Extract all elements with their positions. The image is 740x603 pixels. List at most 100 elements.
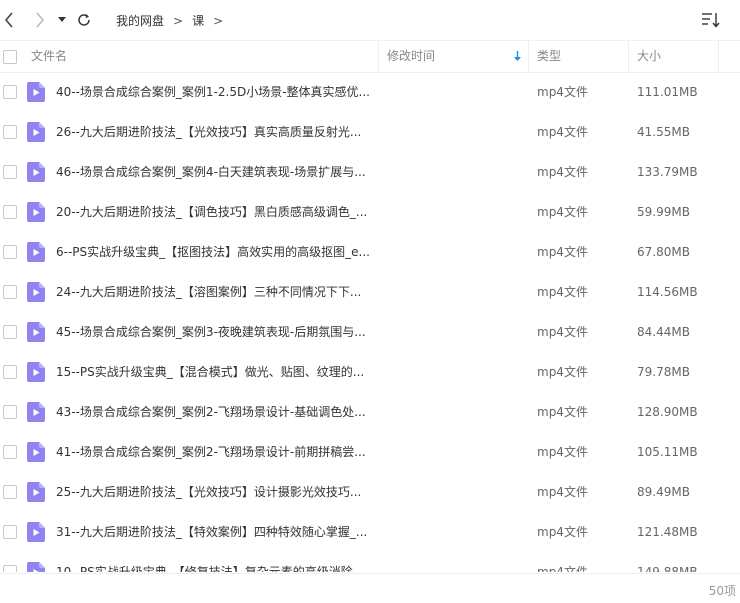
row-checkbox[interactable] — [3, 565, 17, 572]
refresh-icon — [78, 14, 90, 26]
column-name[interactable]: 文件名 — [31, 41, 67, 72]
row-checkbox[interactable] — [3, 85, 17, 99]
file-size: 121.48MB — [637, 525, 698, 539]
file-type: mp4文件 — [537, 525, 588, 539]
column-divider[interactable] — [528, 41, 529, 72]
row-checkbox[interactable] — [3, 485, 17, 499]
select-all-checkbox[interactable] — [3, 50, 17, 64]
file-size: 105.11MB — [637, 445, 698, 459]
file-row[interactable]: 10--PS实战升级宝典_【修复技法】复杂元素的高级消除... mp4文件 149.… — [0, 552, 740, 572]
row-checkbox[interactable] — [3, 365, 17, 379]
file-type: mp4文件 — [537, 85, 588, 99]
status-bar: 50项 — [0, 573, 740, 603]
column-modified[interactable]: 修改时间 — [387, 41, 435, 72]
history-dropdown-button[interactable] — [56, 10, 68, 30]
video-file-icon — [27, 362, 45, 382]
file-row[interactable]: 43--场景合成综合案例_案例2-飞翔场景设计-基础调色处... mp4文件 128… — [0, 392, 740, 432]
row-checkbox[interactable] — [3, 325, 17, 339]
file-row[interactable]: 24--九大后期进阶技法_【溶图案例】三种不同情况下下... mp4文件 114.5… — [0, 272, 740, 312]
file-name[interactable]: 45--场景合成综合案例_案例3-夜晚建筑表现-后期氛围与... — [56, 312, 376, 352]
breadcrumb-item-root[interactable]: 我的网盘 — [116, 12, 164, 29]
file-type: mp4文件 — [537, 245, 588, 259]
file-name[interactable]: 24--九大后期进阶技法_【溶图案例】三种不同情况下下... — [56, 272, 376, 312]
video-file-icon — [27, 442, 45, 462]
column-size[interactable]: 大小 — [637, 41, 661, 72]
column-divider[interactable] — [628, 41, 629, 72]
row-checkbox[interactable] — [3, 405, 17, 419]
row-checkbox[interactable] — [3, 285, 17, 299]
file-list: 40--场景合成综合案例_案例1-2.5D小场景-整体真实感优... mp4文件 1… — [0, 72, 740, 572]
file-type: mp4文件 — [537, 405, 588, 419]
breadcrumb-separator: > — [173, 13, 184, 28]
file-row[interactable]: 20--九大后期进阶技法_【调色技巧】黑白质感高级调色_... mp4文件 59.9… — [0, 192, 740, 232]
file-name[interactable]: 43--场景合成综合案例_案例2-飞翔场景设计-基础调色处... — [56, 392, 376, 432]
sort-desc-indicator[interactable] — [513, 51, 522, 63]
file-size: 67.80MB — [637, 245, 690, 259]
file-size: 59.99MB — [637, 205, 690, 219]
row-checkbox[interactable] — [3, 245, 17, 259]
video-file-icon — [27, 562, 45, 572]
video-file-icon — [27, 122, 45, 142]
file-row[interactable]: 41--场景合成综合案例_案例2-飞翔场景设计-前期拼稿尝... mp4文件 105… — [0, 432, 740, 472]
column-header: 文件名 修改时间 类型 大小 — [0, 40, 740, 73]
file-row[interactable]: 40--场景合成综合案例_案例1-2.5D小场景-整体真实感优... mp4文件 1… — [0, 72, 740, 112]
breadcrumb-item-current[interactable]: 课 — [192, 12, 204, 29]
file-size: 111.01MB — [637, 85, 698, 99]
back-button[interactable] — [0, 10, 18, 30]
row-checkbox[interactable] — [3, 125, 17, 139]
breadcrumb-separator: > — [213, 13, 224, 28]
file-name[interactable]: 41--场景合成综合案例_案例2-飞翔场景设计-前期拼稿尝... — [56, 432, 376, 472]
sort-button[interactable] — [700, 11, 722, 29]
file-name[interactable]: 20--九大后期进阶技法_【调色技巧】黑白质感高级调色_... — [56, 192, 376, 232]
file-row[interactable]: 6--PS实战升级宝典_【抠图技法】高效实用的高级抠图_e... mp4文件 67.… — [0, 232, 740, 272]
file-type: mp4文件 — [537, 365, 588, 379]
video-file-icon — [27, 162, 45, 182]
forward-button[interactable] — [31, 10, 49, 30]
row-checkbox[interactable] — [3, 205, 17, 219]
file-row[interactable]: 25--九大后期进阶技法_【光效技巧】设计摄影光效技巧... mp4文件 89.49… — [0, 472, 740, 512]
column-divider[interactable] — [718, 41, 719, 72]
file-row[interactable]: 45--场景合成综合案例_案例3-夜晚建筑表现-后期氛围与... mp4文件 84.… — [0, 312, 740, 352]
file-name[interactable]: 25--九大后期进阶技法_【光效技巧】设计摄影光效技巧... — [56, 472, 376, 512]
file-size: 89.49MB — [637, 485, 690, 499]
row-checkbox[interactable] — [3, 165, 17, 179]
video-file-icon — [27, 402, 45, 422]
column-divider[interactable] — [378, 41, 379, 72]
video-file-icon — [27, 282, 45, 302]
file-type: mp4文件 — [537, 165, 588, 179]
file-size: 41.55MB — [637, 125, 690, 139]
sort-icon — [702, 13, 720, 28]
file-size: 128.90MB — [637, 405, 698, 419]
column-type[interactable]: 类型 — [537, 41, 561, 72]
file-size: 79.78MB — [637, 365, 690, 379]
file-type: mp4文件 — [537, 565, 588, 572]
file-name[interactable]: 15--PS实战升级宝典_【混合模式】做光、贴图、纹理的... — [56, 352, 376, 392]
file-type: mp4文件 — [537, 445, 588, 459]
file-row[interactable]: 31--九大后期进阶技法_【特效案例】四种特效随心掌握_... mp4文件 121.… — [0, 512, 740, 552]
file-name[interactable]: 6--PS实战升级宝典_【抠图技法】高效实用的高级抠图_e... — [56, 232, 376, 272]
file-name[interactable]: 31--九大后期进阶技法_【特效案例】四种特效随心掌握_... — [56, 512, 376, 552]
video-file-icon — [27, 202, 45, 222]
file-row[interactable]: 46--场景合成综合案例_案例4-白天建筑表现-场景扩展与... mp4文件 133… — [0, 152, 740, 192]
chevron-right-icon — [36, 12, 45, 28]
file-row[interactable]: 26--九大后期进阶技法_【光效技巧】真实高质量反射光... mp4文件 41.55… — [0, 112, 740, 152]
row-checkbox[interactable] — [3, 445, 17, 459]
video-file-icon — [27, 482, 45, 502]
file-type: mp4文件 — [537, 125, 588, 139]
file-type: mp4文件 — [537, 485, 588, 499]
refresh-button[interactable] — [75, 10, 93, 30]
caret-down-icon — [58, 17, 66, 22]
file-name[interactable]: 10--PS实战升级宝典_【修复技法】复杂元素的高级消除... — [56, 552, 376, 572]
file-name[interactable]: 26--九大后期进阶技法_【光效技巧】真实高质量反射光... — [56, 112, 376, 152]
file-name[interactable]: 40--场景合成综合案例_案例1-2.5D小场景-整体真实感优... — [56, 72, 376, 112]
file-row[interactable]: 15--PS实战升级宝典_【混合模式】做光、贴图、纹理的... mp4文件 79.7… — [0, 352, 740, 392]
item-count: 50项 — [708, 584, 736, 598]
row-checkbox[interactable] — [3, 525, 17, 539]
video-file-icon — [27, 522, 45, 542]
video-file-icon — [27, 322, 45, 342]
file-type: mp4文件 — [537, 325, 588, 339]
toolbar: 我的网盘 > 课 > — [0, 0, 740, 40]
breadcrumb: 我的网盘 > 课 > — [116, 12, 232, 29]
file-name[interactable]: 46--场景合成综合案例_案例4-白天建筑表现-场景扩展与... — [56, 152, 376, 192]
file-size: 84.44MB — [637, 325, 690, 339]
